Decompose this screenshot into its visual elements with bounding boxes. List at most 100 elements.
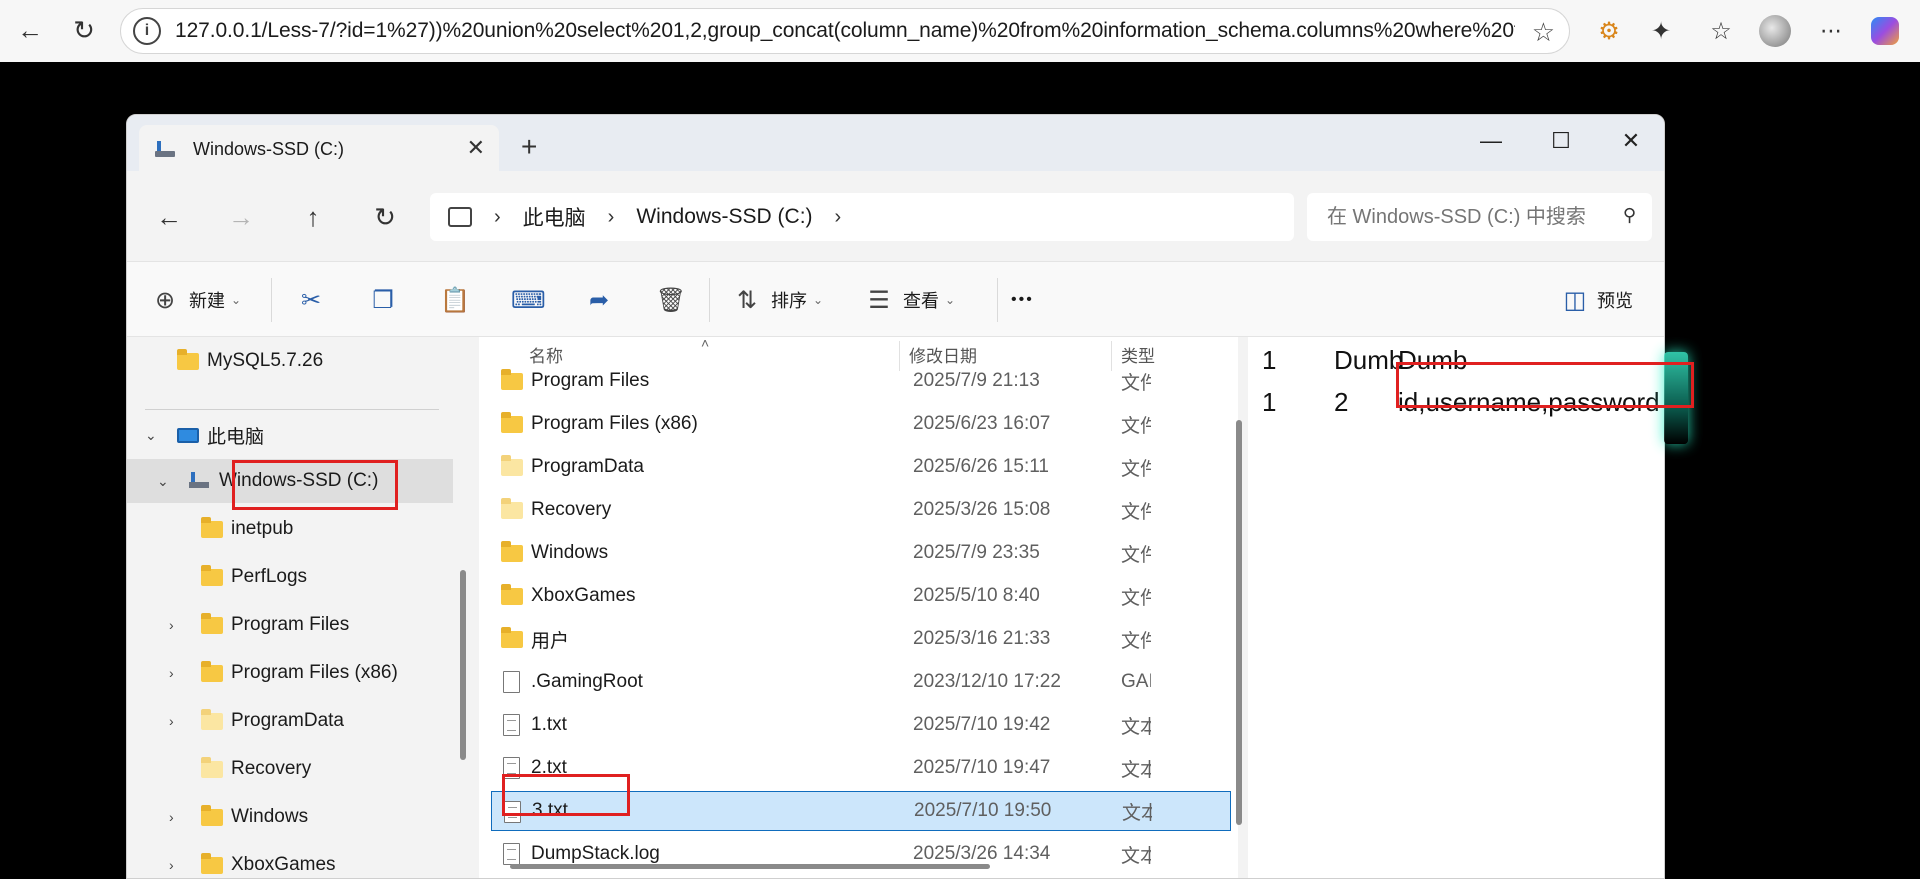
preview-pane-button[interactable]: ◫ 预览 — [1559, 282, 1633, 318]
chevron-down-icon[interactable]: ⌄ — [157, 473, 169, 490]
chevron-right-icon[interactable]: › — [169, 617, 174, 633]
nav-item-this-pc[interactable]: ⌄ 此电脑 — [127, 413, 457, 457]
copy-icon: ❐ — [372, 286, 394, 314]
new-button[interactable]: ⊕ 新建 ⌄ — [149, 282, 241, 318]
new-tab-button[interactable]: + — [521, 133, 537, 161]
close-tab-icon[interactable]: ✕ — [467, 135, 485, 161]
folder-icon — [201, 612, 223, 634]
nav-label: Program Files (x86) — [231, 662, 398, 683]
search-box[interactable]: ⚲ — [1307, 193, 1652, 241]
chevron-down-icon[interactable]: ⌄ — [145, 427, 157, 444]
tab-windows-ssd[interactable]: Windows-SSD (C:) ✕ — [139, 125, 499, 173]
profile-avatar[interactable] — [1758, 14, 1792, 48]
computer-icon — [448, 207, 472, 227]
cut-button[interactable]: ✂ — [295, 282, 327, 318]
folder-icon — [201, 804, 223, 826]
favorites-icon[interactable]: ☆ — [1704, 14, 1738, 48]
forward-button[interactable]: → — [217, 193, 265, 241]
file-row[interactable]: XboxGames 2025/5/10 8:40 文件 — [491, 576, 1231, 616]
file-row[interactable]: 用户 2025/3/16 21:33 文件 — [491, 619, 1231, 659]
chevron-down-icon: ⌄ — [813, 293, 824, 307]
file-row[interactable]: .GamingRoot 2023/12/10 17:22 GAI — [491, 662, 1231, 702]
nav-item-xboxgames[interactable]: › XboxGames — [127, 843, 457, 878]
file-list-horizontal-scrollbar[interactable] — [510, 864, 990, 869]
sort-button[interactable]: ⇅ 排序 ⌄ — [731, 282, 823, 318]
file-name: DumpStack.log — [531, 843, 660, 864]
chevron-right-icon[interactable]: › — [169, 713, 174, 729]
back-button[interactable]: ← — [145, 193, 193, 241]
share-button[interactable]: ➦ — [583, 282, 615, 318]
maximize-button[interactable]: ☐ — [1531, 121, 1591, 161]
copy-button[interactable]: ❐ — [367, 282, 399, 318]
nav-item-windows[interactable]: › Windows — [127, 795, 457, 839]
address-bar[interactable]: i 127.0.0.1/Less-7/?id=1%27))%20union%20… — [120, 8, 1570, 54]
file-date: 2025/6/23 16:07 — [913, 413, 1051, 434]
chevron-right-icon[interactable]: › — [494, 206, 501, 229]
annotation-box-drive — [232, 460, 398, 510]
file-name: .GamingRoot — [531, 671, 643, 692]
computer-icon — [177, 427, 199, 443]
file-row[interactable]: Program Files 2025/7/9 21:13 文件 — [491, 361, 1231, 401]
file-type: 文件 — [1121, 458, 1151, 480]
nav-item-recovery[interactable]: Recovery — [127, 747, 457, 791]
trash-icon: 🗑 — [655, 286, 687, 314]
nav-item-programdata[interactable]: › ProgramData — [127, 699, 457, 743]
search-input[interactable] — [1327, 205, 1607, 229]
file-date: 2025/6/26 15:11 — [913, 456, 1049, 477]
file-row[interactable]: Recovery 2025/3/26 15:08 文件 — [491, 490, 1231, 530]
breadcrumb-drive[interactable]: Windows-SSD (C:) — [636, 205, 812, 229]
up-button[interactable]: ↑ — [289, 193, 337, 241]
site-info-icon[interactable]: i — [133, 17, 161, 45]
sort-ascending-icon: ˄ — [701, 335, 710, 351]
view-label: 查看 — [903, 291, 939, 311]
folder-icon — [501, 498, 523, 519]
search-icon[interactable]: ⚲ — [1623, 205, 1636, 226]
file-name: 1.txt — [531, 714, 567, 735]
url-text[interactable]: 127.0.0.1/Less-7/?id=1%27))%20union%20se… — [175, 19, 1515, 43]
chevron-right-icon[interactable]: › — [169, 665, 174, 681]
nav-item-mysql[interactable]: MySQL5.7.26 — [127, 339, 457, 383]
see-more-button[interactable]: ••• — [1011, 282, 1034, 318]
reload-icon[interactable]: ↻ — [66, 12, 102, 48]
copilot-icon[interactable] — [1868, 14, 1902, 48]
file-list-vertical-scrollbar[interactable] — [1236, 420, 1242, 825]
puzzle-icon[interactable]: ✦ — [1644, 14, 1678, 48]
nav-item-perflogs[interactable]: PerfLogs — [127, 555, 457, 599]
breadcrumb[interactable]: › 此电脑 › Windows-SSD (C:) › — [430, 193, 1294, 241]
rename-button[interactable]: ⌨ — [511, 282, 546, 318]
file-row[interactable]: ProgramData 2025/6/26 15:11 文件 — [491, 447, 1231, 487]
nav-pane-scrollbar[interactable] — [460, 570, 466, 760]
file-row[interactable]: 1.txt 2025/7/10 19:42 文本 — [491, 705, 1231, 745]
file-type: 文件 — [1121, 372, 1151, 394]
nav-item-program-files[interactable]: › Program Files — [127, 603, 457, 647]
nav-label: Program Files — [231, 614, 350, 635]
back-arrow-icon[interactable]: ← — [12, 12, 48, 48]
file-date: 2023/12/10 17:22 — [913, 671, 1061, 692]
close-window-button[interactable]: ✕ — [1601, 121, 1661, 161]
refresh-button[interactable]: ↻ — [361, 193, 409, 241]
folder-icon — [201, 516, 223, 538]
file-row[interactable]: Program Files (x86) 2025/6/23 16:07 文件 — [491, 404, 1231, 444]
file-name: 用户 — [531, 630, 570, 652]
favorite-star-icon[interactable]: ☆ — [1532, 17, 1555, 48]
folder-icon — [177, 348, 199, 370]
chevron-right-icon[interactable]: › — [169, 809, 174, 825]
paste-button[interactable]: 📋 — [439, 282, 471, 318]
extension-blocked-icon[interactable]: ⚙ — [1592, 14, 1626, 48]
nav-item-inetpub[interactable]: inetpub — [127, 507, 457, 551]
file-row[interactable]: Windows 2025/7/9 23:35 文件 — [491, 533, 1231, 573]
nav-label: MySQL5.7.26 — [207, 350, 324, 371]
chevron-right-icon[interactable]: › — [169, 857, 174, 873]
nav-item-program-files-x86[interactable]: › Program Files (x86) — [127, 651, 457, 695]
annotation-box-file — [502, 774, 630, 816]
folder-icon — [501, 455, 523, 476]
sort-icon: ⇅ — [736, 286, 758, 314]
view-button[interactable]: ☰ 查看 ⌄ — [863, 282, 955, 318]
delete-button[interactable]: 🗑 — [655, 282, 687, 318]
more-icon[interactable]: ⋯ — [1814, 14, 1848, 48]
chevron-right-icon[interactable]: › — [608, 206, 615, 229]
nav-label: XboxGames — [231, 854, 336, 875]
minimize-button[interactable]: — — [1461, 121, 1521, 161]
breadcrumb-this-pc[interactable]: 此电脑 — [523, 202, 586, 232]
chevron-right-icon[interactable]: › — [835, 206, 842, 229]
